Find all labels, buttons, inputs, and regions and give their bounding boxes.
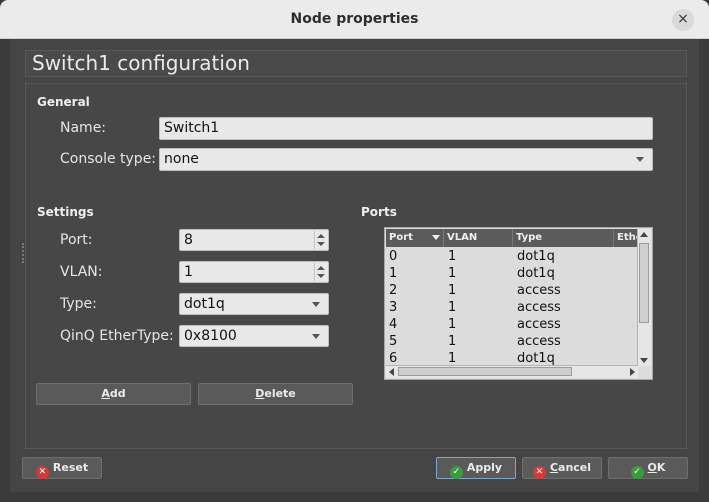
port-value: 8 xyxy=(184,232,193,248)
scroll-down-icon[interactable] xyxy=(640,358,648,363)
name-label: Name: xyxy=(60,120,107,136)
name-field[interactable]: Switch1 xyxy=(159,117,653,140)
console-type-select[interactable]: none xyxy=(159,148,653,171)
vlan-label: VLAN: xyxy=(60,264,103,280)
column-header-ethertype[interactable]: Ethe xyxy=(614,229,638,247)
table-row[interactable]: 3 1 access xyxy=(386,299,638,316)
settings-section-label: Settings xyxy=(37,205,94,219)
type-value: dot1q xyxy=(184,296,225,312)
ports-table[interactable]: Port VLAN Type Ethe 0 1 dot1q 1 1 dot1q … xyxy=(384,227,653,380)
ok-button[interactable]: ✓ OK xyxy=(608,457,688,479)
splitter-handle[interactable] xyxy=(22,243,26,263)
port-label: Port: xyxy=(60,232,93,248)
reset-button[interactable]: ✕ Reset xyxy=(22,457,102,479)
column-header-type[interactable]: Type xyxy=(513,229,614,247)
sort-descending-icon xyxy=(432,235,440,240)
arrow-down-icon[interactable] xyxy=(317,242,325,246)
qinq-ethertype-select[interactable]: 0x8100 xyxy=(179,325,329,347)
scroll-up-icon[interactable] xyxy=(640,232,648,237)
vlan-stepper[interactable] xyxy=(314,263,327,281)
x-circle-icon: ✕ xyxy=(35,466,49,479)
horizontal-scrollbar[interactable] xyxy=(386,365,638,378)
port-spinbox[interactable]: 8 xyxy=(179,229,329,251)
table-row[interactable]: 0 1 dot1q xyxy=(386,248,638,265)
x-circle-icon: ✕ xyxy=(532,466,546,479)
qinq-label: QinQ EtherType: xyxy=(60,328,174,344)
arrow-up-icon[interactable] xyxy=(317,266,325,270)
arrow-down-icon[interactable] xyxy=(317,274,325,278)
close-button[interactable]: × xyxy=(672,9,694,31)
chevron-down-icon xyxy=(312,302,320,307)
console-type-label: Console type: xyxy=(60,151,157,167)
console-type-value: none xyxy=(164,151,199,167)
table-row[interactable]: 5 1 access xyxy=(386,333,638,350)
type-select[interactable]: dot1q xyxy=(179,293,329,315)
cancel-button[interactable]: ✕ Cancel xyxy=(522,457,602,479)
apply-button[interactable]: ✓ Apply xyxy=(436,457,516,479)
scroll-left-icon[interactable] xyxy=(389,368,394,376)
column-header-port[interactable]: Port xyxy=(386,229,444,247)
add-button[interactable]: Add xyxy=(36,383,191,405)
ports-section-label: Ports xyxy=(361,205,397,219)
scrollbar-thumb[interactable] xyxy=(398,367,572,376)
window-title: Node properties xyxy=(290,11,419,27)
chevron-down-icon xyxy=(636,157,644,162)
title-bar: Node properties × xyxy=(0,0,709,39)
name-value: Switch1 xyxy=(164,120,220,136)
table-row[interactable]: 1 1 dot1q xyxy=(386,265,638,282)
check-circle-icon: ✓ xyxy=(449,466,463,479)
table-row[interactable]: 2 1 access xyxy=(386,282,638,299)
type-label: Type: xyxy=(60,296,97,312)
scroll-right-icon[interactable] xyxy=(630,368,635,376)
table-row[interactable]: 6 1 dot1q xyxy=(386,350,638,366)
table-row[interactable]: 4 1 access xyxy=(386,316,638,333)
ports-table-header: Port VLAN Type Ethe xyxy=(386,229,638,247)
vertical-scrollbar[interactable] xyxy=(637,229,651,366)
scrollbar-thumb[interactable] xyxy=(639,243,649,323)
ports-table-body: 0 1 dot1q 1 1 dot1q 2 1 access 3 1 acces… xyxy=(386,248,638,366)
close-icon: × xyxy=(677,11,689,27)
config-header: Switch1 configuration xyxy=(25,50,687,77)
check-circle-icon: ✓ xyxy=(630,466,644,479)
column-header-vlan[interactable]: VLAN xyxy=(444,229,513,247)
port-stepper[interactable] xyxy=(314,231,327,249)
arrow-up-icon[interactable] xyxy=(317,234,325,238)
vlan-spinbox[interactable]: 1 xyxy=(179,261,329,283)
qinq-value: 0x8100 xyxy=(184,328,237,344)
config-title: Switch1 configuration xyxy=(32,51,250,75)
vlan-value: 1 xyxy=(184,264,193,280)
chevron-down-icon xyxy=(312,334,320,339)
general-section-label: General xyxy=(37,95,90,109)
delete-button[interactable]: Delete xyxy=(198,383,353,405)
